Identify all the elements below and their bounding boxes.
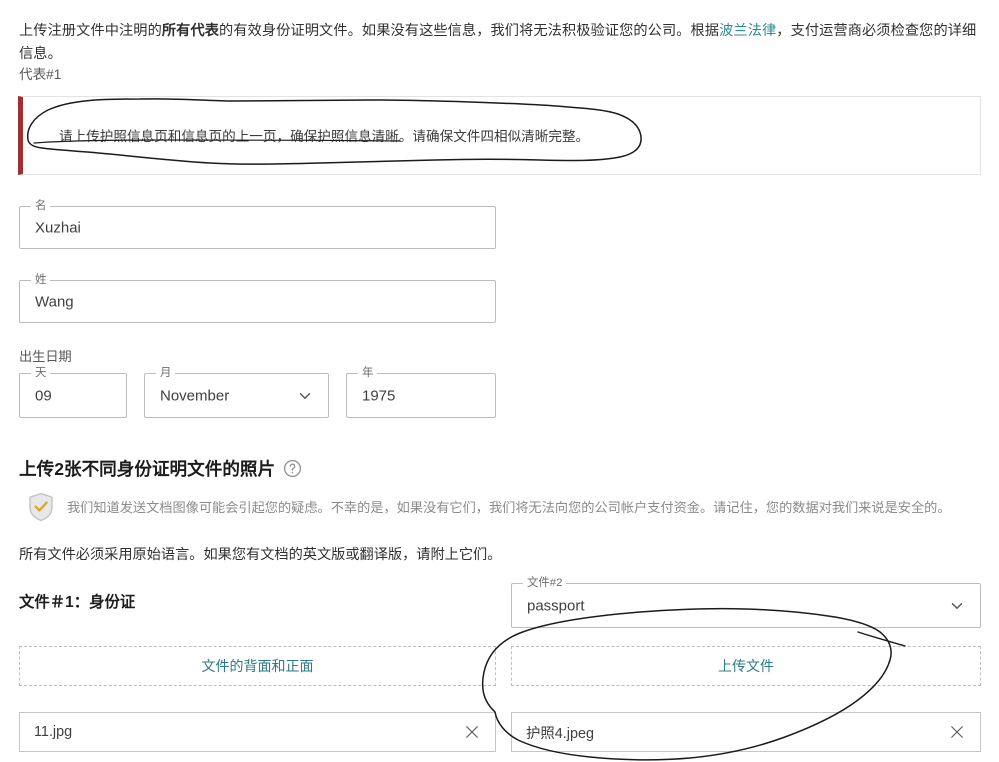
dob-year-label: 年 [358, 366, 378, 380]
intro-text-part2: 的有效身份证明文件。如果没有这些信息，我们将无法积极验证您的公司。根据 [219, 23, 720, 40]
dob-day-value: 09 [35, 387, 52, 404]
security-note-text: 我们知道发送文档图像可能会引起您的疑虑。不幸的是，如果没有它们，我们将无法向您的… [67, 499, 951, 515]
passport-instruction-alert: 请上传护照信息页和信息页的上一页，确保护照信息清晰。请确保文件四相似清晰完整。 [18, 96, 981, 175]
dob-month-value: November [160, 387, 230, 404]
representative-label: 代表#1 [19, 67, 62, 82]
dob-day-label: 天 [31, 366, 51, 380]
close-icon[interactable] [463, 723, 481, 741]
file2-document-type-select[interactable]: 文件#2 passport [511, 576, 981, 628]
dob-month-label: 月 [156, 366, 176, 380]
intro-paragraph: 上传注册文件中注明的所有代表的有效身份证明文件。如果没有这些信息，我们将无法积极… [19, 20, 981, 66]
registration-form-page: 上传注册文件中注明的所有代表的有效身份证明文件。如果没有这些信息，我们将无法积极… [0, 0, 999, 762]
file1-dropzone-label: 文件的背面和正面 [201, 658, 314, 674]
file1-name: 11.jpg [34, 724, 73, 740]
file2-dropzone-label: 上传文件 [718, 658, 774, 674]
dob-year-field[interactable]: 年 1975 [346, 366, 496, 418]
original-language-note: 所有文件必须采用原始语言。如果您有文档的英文版或翻译版，请附上它们。 [19, 547, 502, 563]
file2-upload-dropzone[interactable]: 上传文件 [511, 646, 981, 686]
intro-text-bold: 所有代表 [161, 23, 220, 40]
file1-heading: 文件＃1：身份证 [19, 594, 136, 611]
first-name-field[interactable]: 名 Xuzhai [19, 199, 496, 249]
dob-day-field[interactable]: 天 09 [19, 366, 127, 418]
shield-check-icon [28, 492, 54, 522]
file2-name: 护照4.jpeg [526, 725, 594, 742]
last-name-field[interactable]: 姓 Wang [19, 273, 496, 323]
security-note: 我们知道发送文档图像可能会引起您的疑虑。不幸的是，如果没有它们，我们将无法向您的… [28, 492, 978, 522]
chevron-down-icon [948, 597, 966, 615]
file2-uploaded-item: 护照4.jpeg [511, 712, 981, 752]
date-of-birth-label: 出生日期 [19, 349, 72, 364]
question-circle-icon[interactable] [283, 459, 302, 478]
dob-month-select[interactable]: 月 November [144, 366, 329, 418]
polish-law-link[interactable]: 波兰法律 [719, 23, 776, 39]
file1-uploaded-item: 11.jpg [19, 712, 496, 752]
dob-year-value: 1975 [362, 387, 396, 404]
file2-select-label: 文件#2 [523, 576, 567, 590]
last-name-label: 姓 [31, 273, 51, 287]
first-name-value: Xuzhai [35, 219, 81, 236]
file1-upload-dropzone[interactable]: 文件的背面和正面 [19, 646, 496, 686]
close-icon[interactable] [948, 723, 966, 741]
file2-select-value: passport [527, 597, 585, 614]
last-name-value: Wang [35, 293, 74, 310]
intro-text-part1: 上传注册文件中注明的 [19, 23, 162, 40]
upload-heading-text: 上传2张不同身份证明文件的照片 [19, 459, 276, 479]
first-name-label: 名 [31, 199, 51, 213]
annotation-tail-file2 [857, 631, 906, 647]
alert-message: 请上传护照信息页和信息页的上一页，确保护照信息清晰。请确保文件四相似清晰完整。 [59, 129, 590, 144]
chevron-down-icon [296, 387, 314, 405]
upload-section-heading: 上传2张不同身份证明文件的照片 [19, 456, 302, 481]
